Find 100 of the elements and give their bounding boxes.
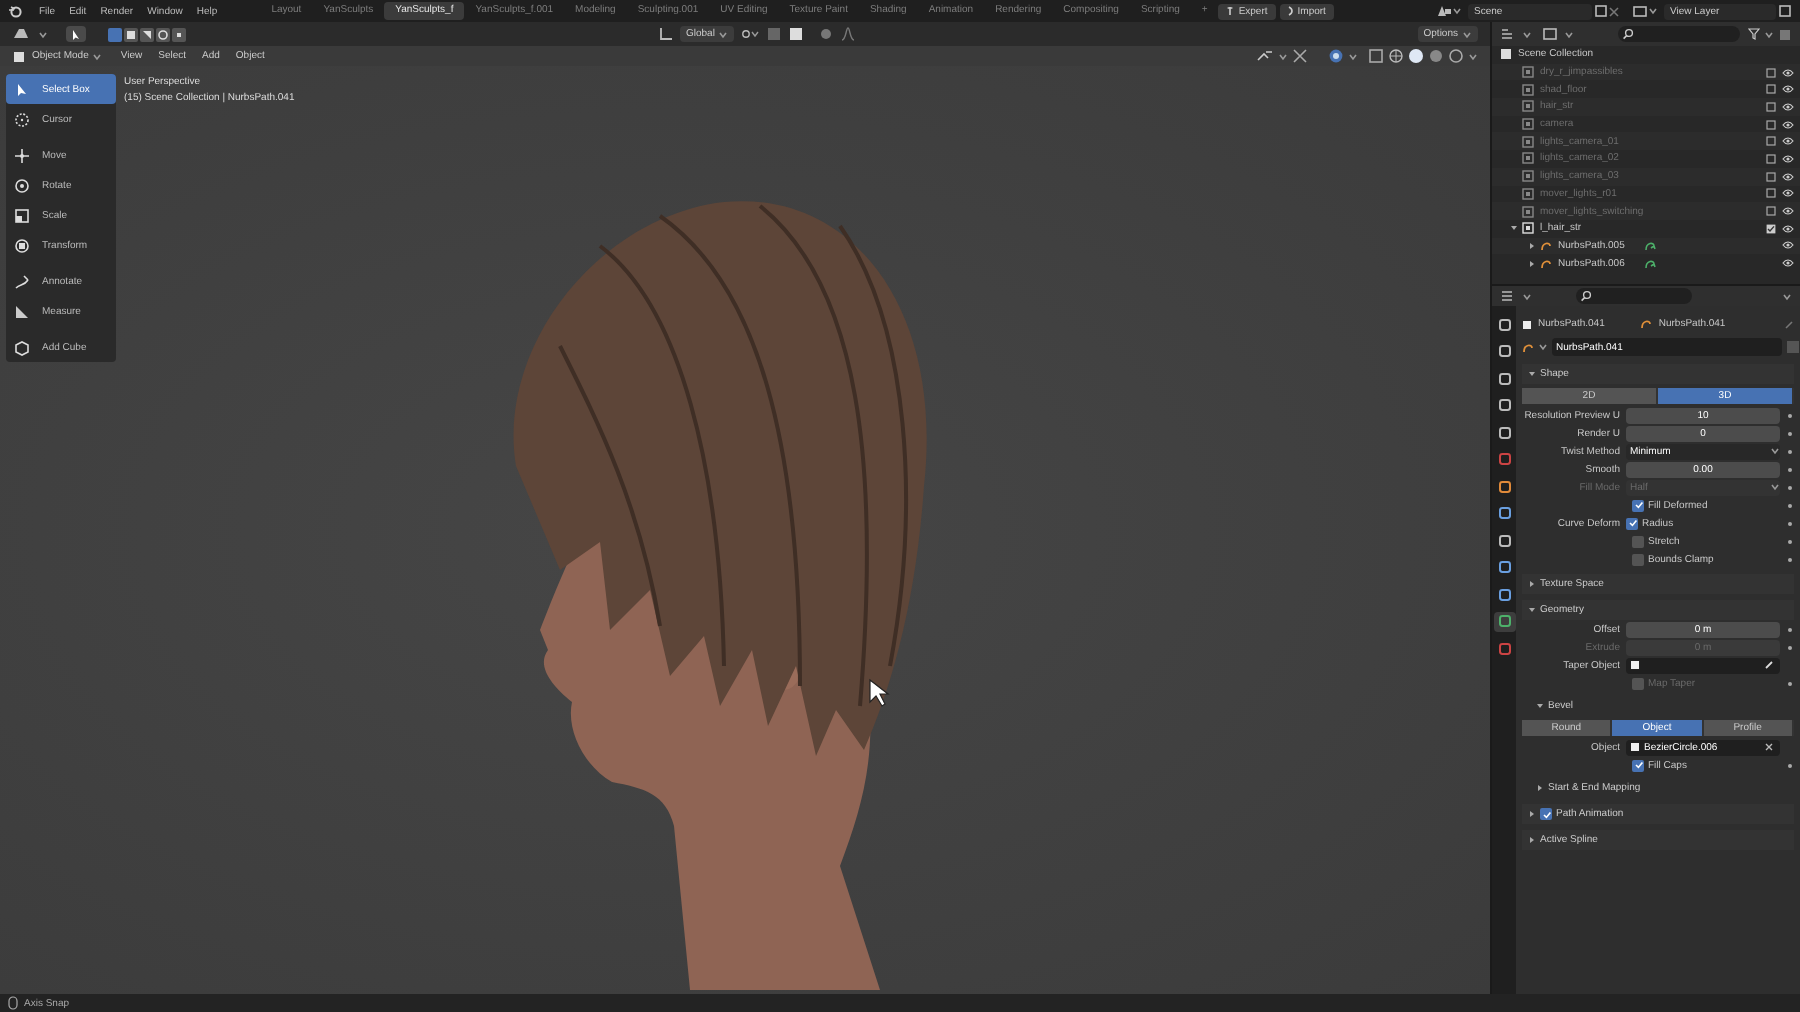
view-layer-icon[interactable] xyxy=(1632,4,1648,18)
keyframe-dot-icon[interactable] xyxy=(1786,679,1794,687)
empty-checkbox-icon[interactable] xyxy=(1766,206,1776,217)
orientation-axes-icon[interactable] xyxy=(658,26,674,42)
visibility-eye-icon[interactable] xyxy=(1782,206,1794,217)
properties-tab[interactable] xyxy=(1493,530,1515,550)
empty-checkbox-icon[interactable] xyxy=(1766,188,1776,199)
keyframe-dot-icon[interactable] xyxy=(1786,447,1794,455)
invert-selection-icon[interactable] xyxy=(156,27,170,41)
visibility-eye-icon[interactable] xyxy=(1782,223,1794,234)
expanded-arrow-icon[interactable] xyxy=(1536,702,1544,710)
empty-checkbox-icon[interactable] xyxy=(1766,67,1776,78)
empty-checkbox-icon[interactable] xyxy=(1766,84,1776,95)
properties-tab[interactable] xyxy=(1493,638,1515,658)
new-scene-icon[interactable] xyxy=(1594,4,1608,18)
empty-checkbox-icon[interactable] xyxy=(1766,119,1776,130)
collapsed-arrow-icon[interactable] xyxy=(1528,810,1536,818)
checkbox[interactable] xyxy=(1540,808,1552,820)
keyframe-dot-icon[interactable] xyxy=(1786,429,1794,437)
keyframe-dot-icon[interactable] xyxy=(1786,555,1794,563)
intersect-selection-icon[interactable] xyxy=(172,27,186,41)
collapsed-arrow-icon[interactable] xyxy=(1528,580,1536,588)
rendered-shading-icon[interactable] xyxy=(1448,48,1464,64)
caret-icon xyxy=(1348,51,1358,61)
falloff-icon[interactable] xyxy=(840,26,857,42)
properties-tab[interactable] xyxy=(1493,557,1515,577)
visibility-eye-icon[interactable] xyxy=(1782,258,1794,269)
gizmo-icon[interactable] xyxy=(1256,48,1274,64)
properties-tab[interactable] xyxy=(1493,395,1515,415)
checkbox[interactable] xyxy=(1632,553,1644,565)
checkbox[interactable] xyxy=(1632,535,1644,547)
scene-icon[interactable] xyxy=(1436,4,1452,18)
editor-type-icon[interactable] xyxy=(12,26,32,42)
keyframe-dot-icon[interactable] xyxy=(1786,465,1794,473)
subtract-selection-icon[interactable] xyxy=(140,27,154,41)
pivot-icon[interactable] xyxy=(740,26,761,42)
collapsed-arrow-icon[interactable] xyxy=(1528,241,1536,250)
display-mode-icon[interactable] xyxy=(1500,26,1518,42)
properties-tab[interactable] xyxy=(1493,611,1515,631)
extend-selection-icon[interactable] xyxy=(124,27,138,41)
visibility-eye-icon[interactable] xyxy=(1782,171,1794,182)
empty-checkbox-icon[interactable] xyxy=(1766,101,1776,112)
filter-icon[interactable] xyxy=(1748,28,1760,40)
keyframe-dot-icon[interactable] xyxy=(1786,643,1794,651)
arrows-icon[interactable] xyxy=(1292,48,1308,64)
properties-tab[interactable] xyxy=(1493,314,1515,334)
visibility-eye-icon[interactable] xyxy=(1782,188,1794,199)
properties-tab[interactable] xyxy=(1493,503,1515,523)
checkbox[interactable] xyxy=(1632,499,1644,511)
properties-tab[interactable] xyxy=(1493,341,1515,361)
object-mode-icon[interactable] xyxy=(12,49,26,63)
proportional-edit-icon[interactable] xyxy=(818,26,835,42)
collapsed-arrow-icon[interactable] xyxy=(1528,259,1536,268)
object-field[interactable] xyxy=(1626,657,1780,673)
keyframe-dot-icon[interactable] xyxy=(1786,411,1794,419)
blender-logo-icon[interactable] xyxy=(8,4,22,18)
collapsed-arrow-icon[interactable] xyxy=(1536,784,1544,792)
properties-tab[interactable] xyxy=(1493,368,1515,388)
properties-tab[interactable] xyxy=(1493,476,1515,496)
view-layer-mode-icon[interactable] xyxy=(1542,26,1560,42)
visibility-eye-icon[interactable] xyxy=(1782,136,1794,147)
visibility-eye-icon[interactable] xyxy=(1782,101,1794,112)
search-field[interactable] xyxy=(1618,26,1740,42)
properties-editor-icon[interactable] xyxy=(1500,288,1518,304)
properties-tab[interactable] xyxy=(1493,422,1515,442)
checkbox[interactable] xyxy=(1632,759,1644,771)
solid-shading-icon[interactable] xyxy=(1408,48,1424,64)
collapsed-arrow-icon[interactable] xyxy=(1528,836,1536,844)
visibility-eye-icon[interactable] xyxy=(1782,119,1794,130)
keyframe-dot-icon[interactable] xyxy=(1786,761,1794,769)
visibility-eye-icon[interactable] xyxy=(1782,67,1794,78)
checkbox[interactable] xyxy=(1626,517,1638,529)
close-icon[interactable] xyxy=(1608,5,1620,17)
empty-checkbox-icon[interactable] xyxy=(1766,153,1776,164)
properties-tab[interactable] xyxy=(1493,449,1515,469)
empty-checkbox-icon[interactable] xyxy=(1766,171,1776,182)
keyframe-dot-icon[interactable] xyxy=(1786,501,1794,509)
eyedropper-icon[interactable] xyxy=(1764,660,1774,670)
visibility-eye-icon[interactable] xyxy=(1782,240,1794,251)
tool-settings-button[interactable] xyxy=(66,26,86,42)
keyframe-dot-icon[interactable] xyxy=(1786,483,1794,491)
visibility-eye-icon[interactable] xyxy=(1782,153,1794,164)
properties-tab[interactable] xyxy=(1493,584,1515,604)
expanded-arrow-icon[interactable] xyxy=(1528,370,1536,378)
wireframe-shading-icon[interactable] xyxy=(1388,48,1404,64)
visibility-eye-icon[interactable] xyxy=(1782,84,1794,95)
search-field[interactable] xyxy=(1576,288,1692,304)
xray-icon[interactable] xyxy=(1368,48,1384,64)
expanded-arrow-icon[interactable] xyxy=(1528,606,1536,614)
keyframe-dot-icon[interactable] xyxy=(1786,625,1794,633)
keyframe-dot-icon[interactable] xyxy=(1786,519,1794,527)
pin-icon[interactable] xyxy=(1784,319,1794,329)
new-layer-icon[interactable] xyxy=(1778,4,1792,18)
clear-icon[interactable] xyxy=(1764,742,1774,752)
snap-target-icon[interactable] xyxy=(788,26,805,42)
checked-checkbox-icon[interactable] xyxy=(1766,223,1776,234)
empty-checkbox-icon[interactable] xyxy=(1766,136,1776,147)
keyframe-dot-icon[interactable] xyxy=(1786,537,1794,545)
overlay-icon[interactable] xyxy=(1328,48,1344,64)
new-collection-icon[interactable] xyxy=(1778,27,1792,41)
